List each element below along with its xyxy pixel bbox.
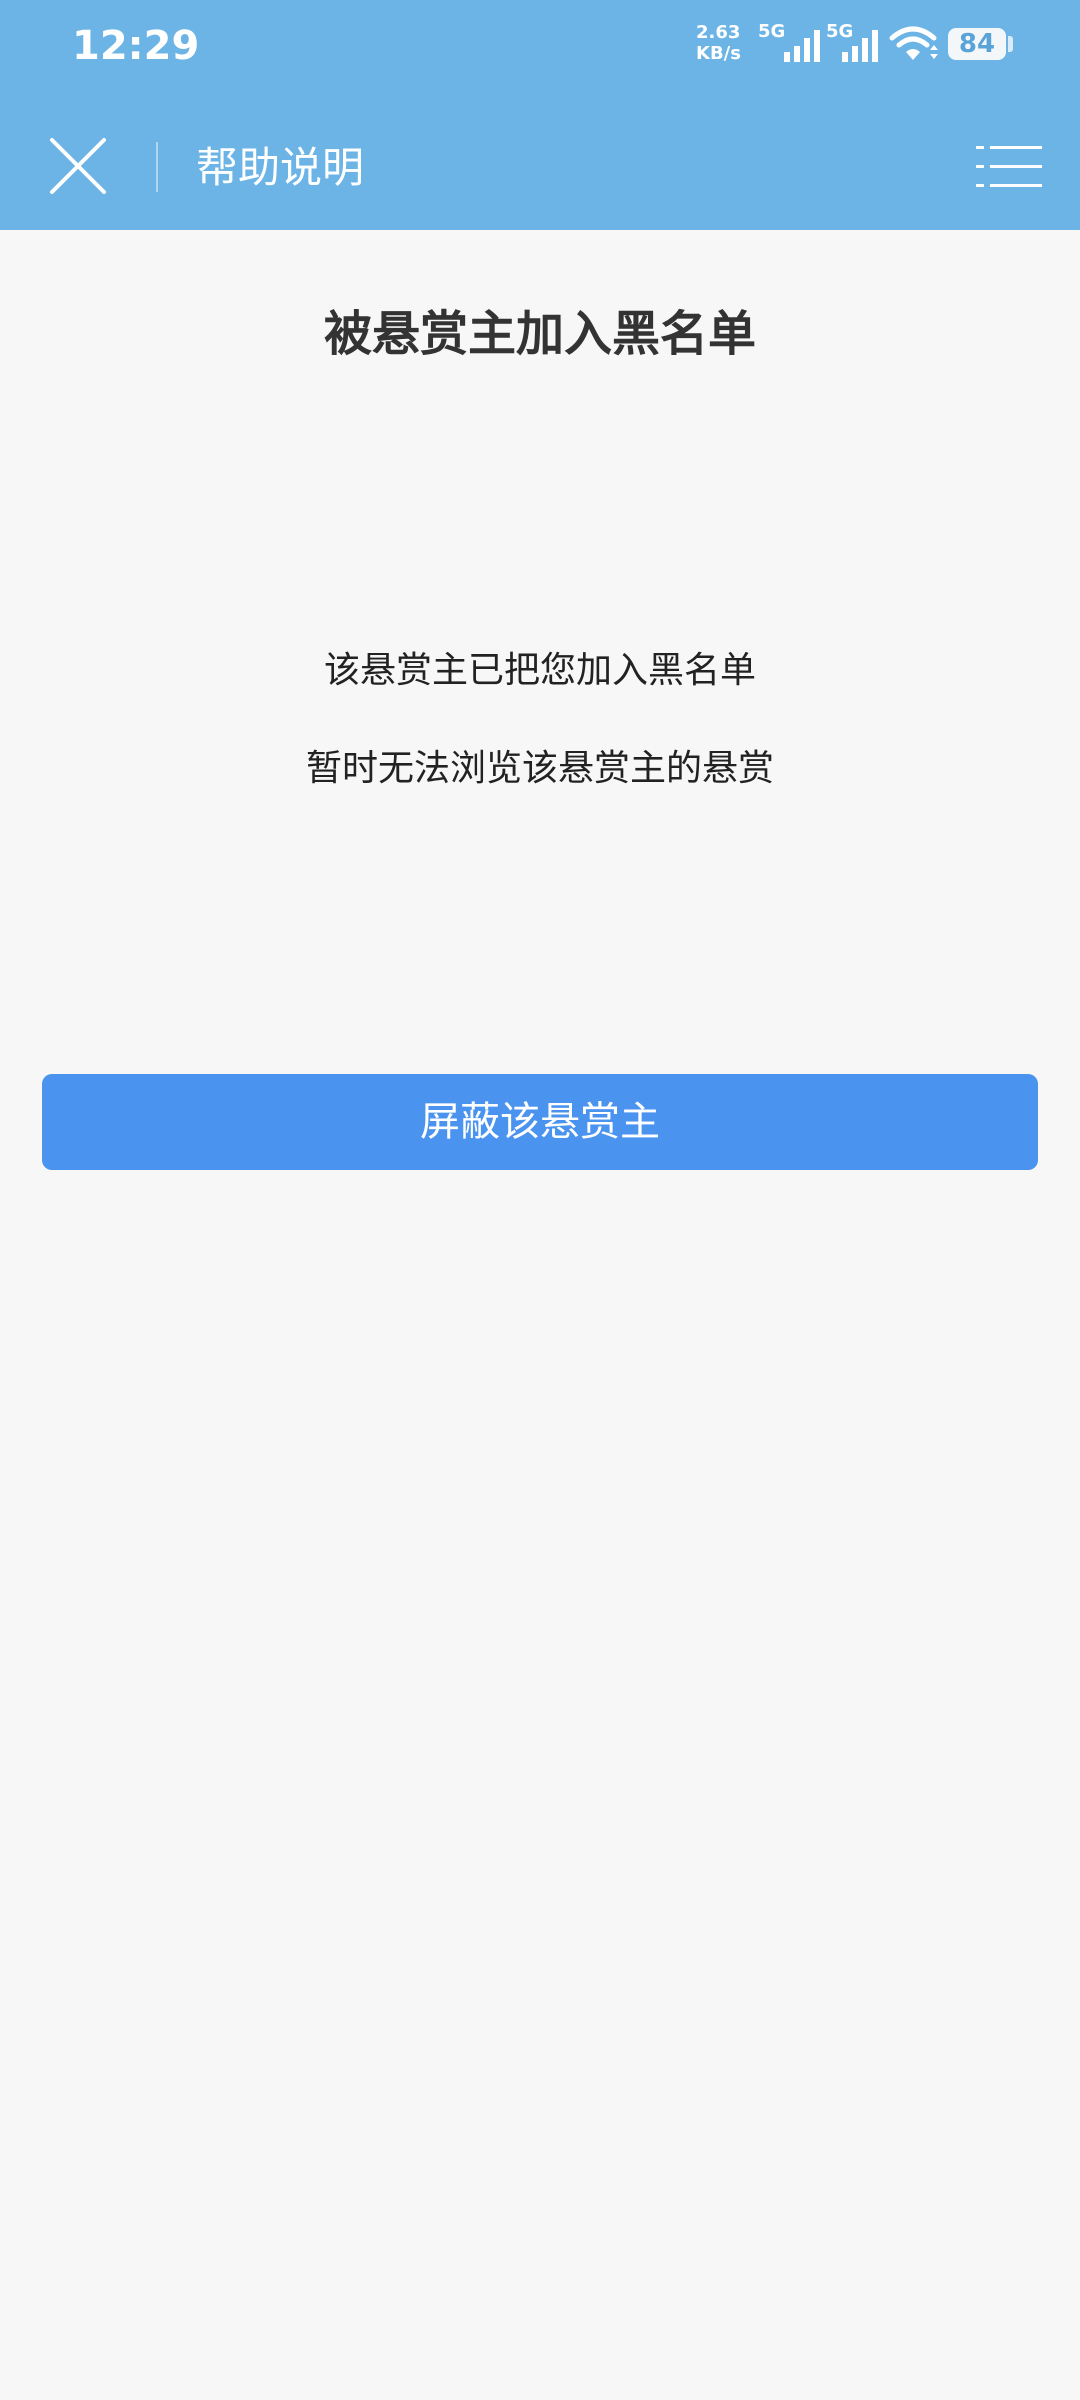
page-title: 被悬赏主加入黑名单 (323, 306, 756, 362)
message-line-2: 暂时无法浏览该悬赏主的悬赏 (305, 748, 774, 789)
network-speed: 2.63 KB/s (696, 22, 741, 64)
nav-title: 帮助说明 (196, 143, 365, 192)
menu-icon[interactable] (974, 136, 1044, 196)
top-app-bar: 12:29 2.63 KB/s 5G 5G 84 帮助说明 (0, 0, 1080, 230)
nav-divider (156, 142, 158, 192)
battery-tip (1008, 36, 1013, 52)
status-indicators: 2.63 KB/s 5G 5G 84 (660, 0, 1080, 90)
network-speed-value: 2.63 (696, 22, 741, 43)
signal-icon (784, 30, 820, 62)
battery-icon: 84 (948, 28, 1006, 60)
message-line-1: 该悬赏主已把您加入黑名单 (323, 650, 756, 691)
network-speed-unit: KB/s (696, 43, 741, 64)
close-icon[interactable] (40, 128, 116, 204)
wifi-icon (889, 26, 938, 60)
block-bounty-owner-button[interactable]: 屏蔽该悬赏主 (42, 1074, 1038, 1170)
signal-icon (842, 30, 878, 62)
status-time: 12:29 (72, 23, 200, 69)
